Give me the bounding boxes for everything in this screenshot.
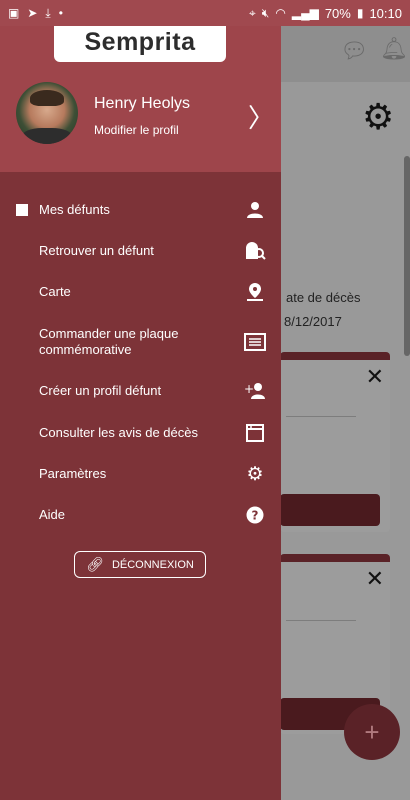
logo: Semprita [54,22,226,62]
background-card: ✕ [280,352,390,532]
menu-item-carte[interactable]: Carte [0,275,281,309]
tombstone-search-icon [244,240,266,262]
death-date-value: 8/12/2017 [284,314,342,329]
menu-item-label: Carte [39,284,71,299]
menu-item-label: Paramètres [39,466,107,481]
background-card-button [280,494,380,526]
close-icon: ✕ [365,364,384,389]
notice-icon [244,422,266,444]
settings-gear-icon: ⚙ [362,96,395,137]
drawer-header: Semprita Henry Heolys Modifier le profil… [0,22,281,172]
send-icon: ➤ [27,6,38,20]
avatar[interactable] [16,82,78,144]
logo-text: Semprita [84,27,196,56]
add-person-icon: + [244,380,266,402]
add-fab-button: + [344,704,400,760]
menu-item-creer-profil[interactable]: Créer un profil défunt + [0,374,281,408]
bell-icon: 🔔︎ [380,36,408,61]
help-icon: ? [244,504,266,526]
svg-text:?: ? [252,509,259,523]
battery-percent: 70% [324,5,351,21]
menu-item-commander-plaque[interactable]: Commander une plaque commémorative [0,322,281,362]
menu-item-mes-defunts[interactable]: Mes défunts [0,193,281,227]
wifi-icon: ◠ [275,6,286,20]
menu-item-label: Aide [39,507,66,522]
death-date-column-label: ate de décès [286,290,361,305]
menu-item-label: Commander une plaque commémorative [39,326,179,357]
download-icon: ⤓ [45,6,51,20]
chevron-right-icon[interactable]: 〉 [248,98,274,135]
chat-icon: 💬︎ [340,38,368,63]
dot-icon: • [58,6,63,20]
image-icon: ▣ [8,6,20,20]
mute-icon: 🔇︎ [261,6,270,20]
person-icon [244,199,266,221]
menu-item-retrouver-un-defunt[interactable]: Retrouver un défunt [0,234,281,268]
map-pin-icon [244,281,266,303]
menu-item-label: Consulter les avis de décès [39,425,198,440]
menu-item-avis-deces[interactable]: Consulter les avis de décès [0,416,281,450]
navigation-drawer: Semprita Henry Heolys Modifier le profil… [0,22,281,800]
selected-indicator [16,204,28,216]
signal-icon: ▂▄▆ [291,6,319,20]
logout-button[interactable]: 🔗︎ DÉCONNEXION [74,551,206,578]
menu-item-label: Mes défunts [39,202,110,217]
close-icon: ✕ [365,566,384,591]
scroll-edge [404,156,410,356]
menu-item-label: Créer un profil défunt [39,383,162,398]
link-icon: 🔗︎ [86,556,104,572]
battery-icon: ▮ [356,6,364,20]
menu-item-parametres[interactable]: Paramètres ⚙ [0,457,281,491]
plaque-icon [244,331,266,353]
menu-item-label: Retrouver un défunt [39,243,154,258]
svg-text:+: + [244,382,254,396]
edit-profile-link[interactable]: Modifier le profil [94,123,179,137]
logout-label: DÉCONNEXION [111,558,194,571]
location-icon: ⌖ [249,6,256,20]
gear-icon: ⚙ [246,463,264,485]
status-bar: ▣ ➤ ⤓ • ⌖ 🔇︎ ◠ ▂▄▆ 70% ▮ 10:10 [0,0,410,26]
menu-item-aide[interactable]: Aide ? [0,498,281,532]
user-name[interactable]: Henry Heolys [94,95,190,113]
clock: 10:10 [369,5,402,21]
